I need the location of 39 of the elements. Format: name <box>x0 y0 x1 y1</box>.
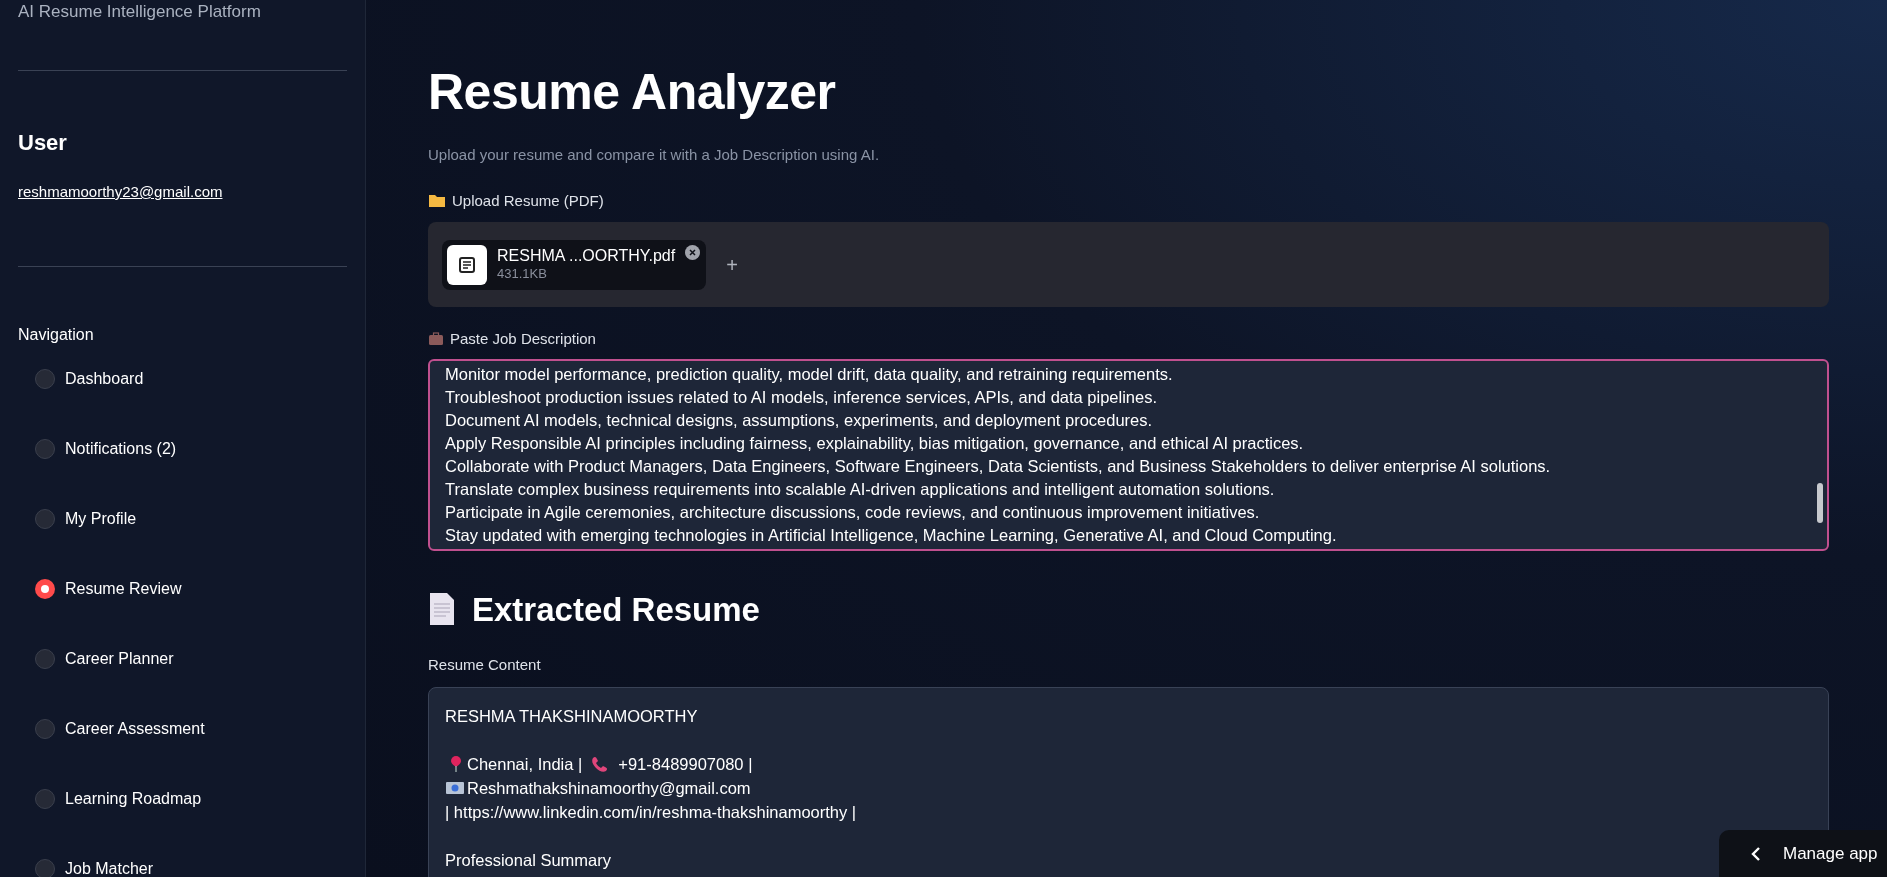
folder-icon <box>428 193 446 209</box>
manage-app-button[interactable]: Manage app <box>1719 830 1887 877</box>
chevron-left-icon <box>1751 845 1761 862</box>
nav-radio-item[interactable]: Notifications (2) <box>35 436 347 461</box>
page-subtitle: Upload your resume and compare it with a Job Description using AI. <box>428 145 881 165</box>
resume-text: Professional Summary <box>445 849 611 871</box>
resume-text: RESHMA THAKSHINAMOORTHY <box>445 705 698 727</box>
user-heading: User <box>18 129 68 157</box>
close-icon <box>689 248 697 256</box>
envelope-icon <box>445 779 465 796</box>
nav-radio-item[interactable]: Learning Roadmap <box>35 786 347 811</box>
resume-text: +91-8489907080 | <box>618 753 753 775</box>
page-title: Resume Analyzer <box>428 63 837 122</box>
add-file-button[interactable]: + <box>726 249 738 280</box>
nav-radio-item[interactable]: Career Planner <box>35 646 347 671</box>
nav-radio-item[interactable]: Resume Review <box>35 576 347 601</box>
nav-radio-item[interactable]: Career Assessment <box>35 716 347 741</box>
briefcase-icon <box>428 332 444 347</box>
document-icon <box>457 254 477 275</box>
nav-radio-item[interactable]: Dashboard <box>35 366 347 391</box>
user-email-link[interactable]: reshmamoorthy23@gmail.com <box>18 181 347 204</box>
document-icon <box>428 592 456 627</box>
pin-icon <box>449 754 463 773</box>
file-name: RESHMA ...OORTHY.pdf <box>497 246 676 265</box>
resume-text: | https://www.linkedin.com/in/reshma-thakshinamoorthy | <box>445 801 857 823</box>
upload-dropzone[interactable]: RESHMA ...OORTHY.pdf 431.1KB + <box>428 222 1829 307</box>
job-description-field[interactable]: Monitor model performance, prediction quality, model drift, data quality, and retraining requirements. Troubleshoot production issues related to AI models, inference services, APIs, and data pipelines. Document AI models, technical designs, assumptions, experiments, and deployment procedures. Apply Responsible AI principles including fairness, explainability, bias mitigation, governance, and ethical AI practices. Collaborate with Product Managers, Data Engineers, Software Engineers, Data Scientists, and Business Stakeholders to deliver enterprise AI solutions. Translate complex business requirements into scalable AI-driven applications and intelligent automation solutions. Participate in Agile ceremonies, architecture discussions, code reviews, and continuous improvement initiatives. Stay updated with emerging technologies in Artificial Intelligence, Machine Learning, Generative AI, and Cloud Computing. <box>428 358 1829 551</box>
resume-content-label: Resume Content <box>428 655 542 675</box>
nav-radio-item[interactable]: Job Matcher <box>35 856 347 877</box>
upload-label: Upload Resume (PDF) <box>452 190 604 211</box>
app-title: AI Resume Intelligence Platform <box>18 2 262 22</box>
file-size: 431.1KB <box>497 264 548 283</box>
section-heading: Extracted Resume <box>472 589 760 630</box>
resume-text: Reshmathakshinamoorthy@gmail.com <box>467 777 751 799</box>
navigation-heading: Navigation <box>18 324 95 345</box>
job-description-label: Paste Job Description <box>450 329 596 349</box>
resume-text: Chennai, India | <box>467 753 583 775</box>
remove-file-button[interactable] <box>685 244 701 260</box>
nav-radio-item[interactable]: My Profile <box>35 506 347 531</box>
